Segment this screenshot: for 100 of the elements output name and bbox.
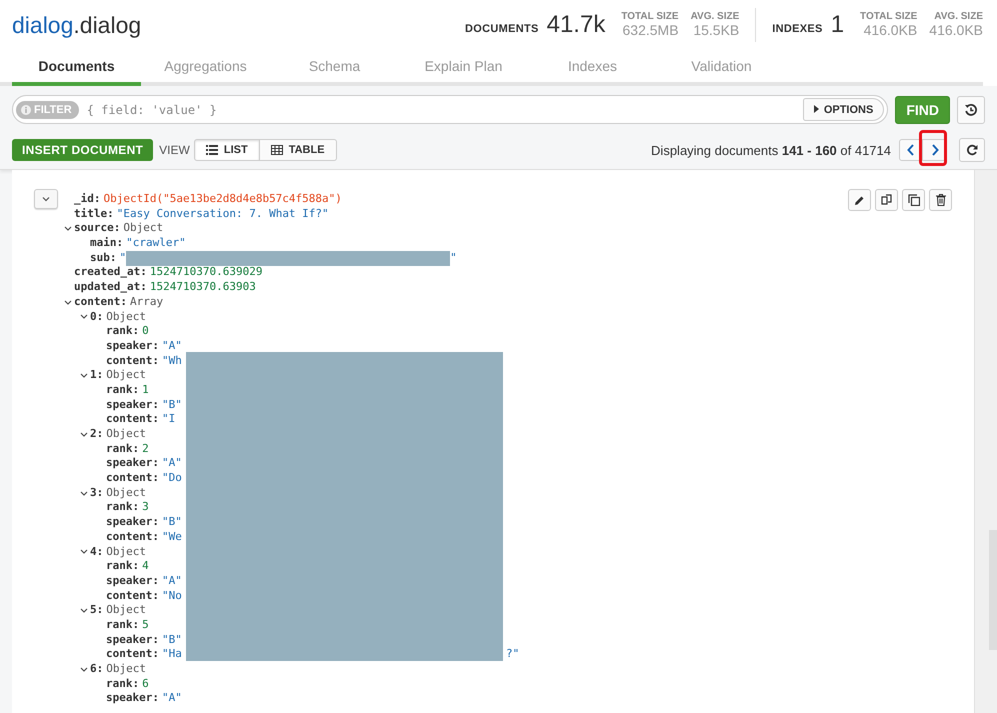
field-key: 3: <box>90 486 104 500</box>
chevron-right-icon <box>930 144 938 156</box>
field-value: Object <box>106 486 146 500</box>
stat-label: DOCUMENTS <box>465 23 539 35</box>
field-key: rank: <box>106 676 140 692</box>
field-value: Object <box>106 427 146 442</box>
chevron-left-icon <box>907 144 915 156</box>
field-value: "B" <box>162 515 182 530</box>
history-button[interactable] <box>957 96 985 124</box>
field-value: "A" <box>162 456 182 472</box>
field-value: "A" <box>162 691 182 706</box>
chevron-down-icon[interactable] <box>80 608 88 614</box>
view-label: VIEW <box>159 143 190 157</box>
field-value: Object <box>123 221 164 236</box>
info-icon <box>21 104 31 114</box>
field-value: ?" <box>506 647 520 662</box>
field-key: sub: <box>90 250 116 266</box>
view-toggle[interactable]: LIST <box>194 139 260 161</box>
tab[interactable]: Aggregations <box>141 48 270 86</box>
field-key: updated_at: <box>74 280 147 295</box>
chevron-down-icon[interactable] <box>80 666 88 672</box>
field-value: " <box>120 250 126 266</box>
field-key: rank: <box>106 442 140 456</box>
field-value: "We <box>162 530 182 545</box>
field-value: 4 <box>142 559 149 574</box>
refresh-icon <box>966 144 978 156</box>
field-value: 0 <box>142 324 149 339</box>
field-value: "crawler" <box>126 236 186 251</box>
filter-badge[interactable]: FILTER <box>16 100 79 118</box>
field-key: speaker: <box>106 574 159 589</box>
field-key: rank: <box>106 618 140 633</box>
stat-label: TOTAL SIZE <box>621 11 679 22</box>
field-value: "Do <box>162 471 182 486</box>
field-value: "A" <box>162 338 182 354</box>
chevron-down-icon[interactable] <box>64 300 72 305</box>
tab[interactable]: Validation <box>657 48 786 86</box>
delete-button[interactable] <box>929 189 952 211</box>
stat-value: 632.5MB <box>622 22 679 38</box>
field-value: "Wh <box>162 354 182 368</box>
field-key: speaker: <box>106 398 159 412</box>
chevron-down-icon[interactable] <box>80 373 88 378</box>
field-value: 1 <box>142 382 149 398</box>
field-key: 5: <box>90 603 104 618</box>
chevron-down-icon[interactable] <box>80 432 88 437</box>
field-value: Object <box>106 368 146 383</box>
field-key: title: <box>74 206 114 222</box>
field-value: 1524710370.639029 <box>150 265 262 280</box>
field-key: created_at: <box>74 265 147 280</box>
field-key: speaker: <box>106 632 159 648</box>
field-key: content: <box>106 354 159 368</box>
field-key: 0: <box>90 310 104 324</box>
tab[interactable]: Indexes <box>528 48 657 86</box>
field-key: main: <box>90 236 124 251</box>
tab[interactable]: Schema <box>270 48 399 86</box>
stat-label: AVG. SIZE <box>934 11 983 22</box>
field-value: 1524710370.63903 <box>150 280 256 295</box>
field-key: speaker: <box>106 691 159 706</box>
insert-document-button[interactable]: INSERT DOCUMENT <box>12 139 154 161</box>
copy-icon <box>880 194 892 206</box>
filter-label: FILTER <box>34 104 72 116</box>
field-key: speaker: <box>106 515 159 530</box>
stat-value: 1 <box>830 12 844 38</box>
field-key: rank: <box>106 559 140 574</box>
list-icon <box>206 145 218 155</box>
trash-icon <box>936 194 946 206</box>
filter-field[interactable]: FILTER { field: 'value' } OPTIONS <box>12 95 888 124</box>
chevron-down-icon[interactable] <box>80 490 88 496</box>
history-icon <box>964 102 978 116</box>
view-toggle[interactable]: TABLE <box>260 139 337 161</box>
tab[interactable]: Documents <box>12 48 141 86</box>
field-value: 3 <box>142 500 149 516</box>
clone-button[interactable] <box>902 189 925 211</box>
field-key: source: <box>74 221 120 236</box>
field-key: rank: <box>106 324 140 339</box>
stat-label: INDEXES <box>772 23 823 35</box>
chevron-down-icon[interactable] <box>64 226 72 232</box>
edit-button[interactable] <box>848 189 871 211</box>
copy-button[interactable] <box>875 189 898 211</box>
find-button[interactable]: FIND <box>895 96 950 124</box>
field-value: "Easy Conversation: 7. What If?" <box>116 206 329 222</box>
field-value: 2 <box>142 442 149 456</box>
refresh-button[interactable] <box>959 138 985 162</box>
field-key: content: <box>106 588 159 604</box>
field-value: "B" <box>162 398 182 412</box>
stat-value: 41.7k <box>546 12 606 38</box>
field-value: Array <box>130 294 164 310</box>
field-key: _id: <box>74 192 100 207</box>
field-key: 1: <box>90 368 104 383</box>
tab[interactable]: Explain Plan <box>399 48 528 86</box>
collection-title: dialog.dialog <box>12 12 142 39</box>
scrollbar[interactable] <box>974 170 997 713</box>
field-value: "Ha <box>162 647 182 662</box>
field-value: Object <box>106 603 146 618</box>
field-key: speaker: <box>106 338 159 354</box>
field-key: speaker: <box>106 456 159 472</box>
options-button[interactable]: OPTIONS <box>802 98 884 121</box>
chevron-down-icon[interactable] <box>80 314 88 320</box>
chevron-down-icon[interactable] <box>80 549 88 554</box>
pencil-icon <box>854 194 865 206</box>
field-key: content: <box>106 471 159 486</box>
